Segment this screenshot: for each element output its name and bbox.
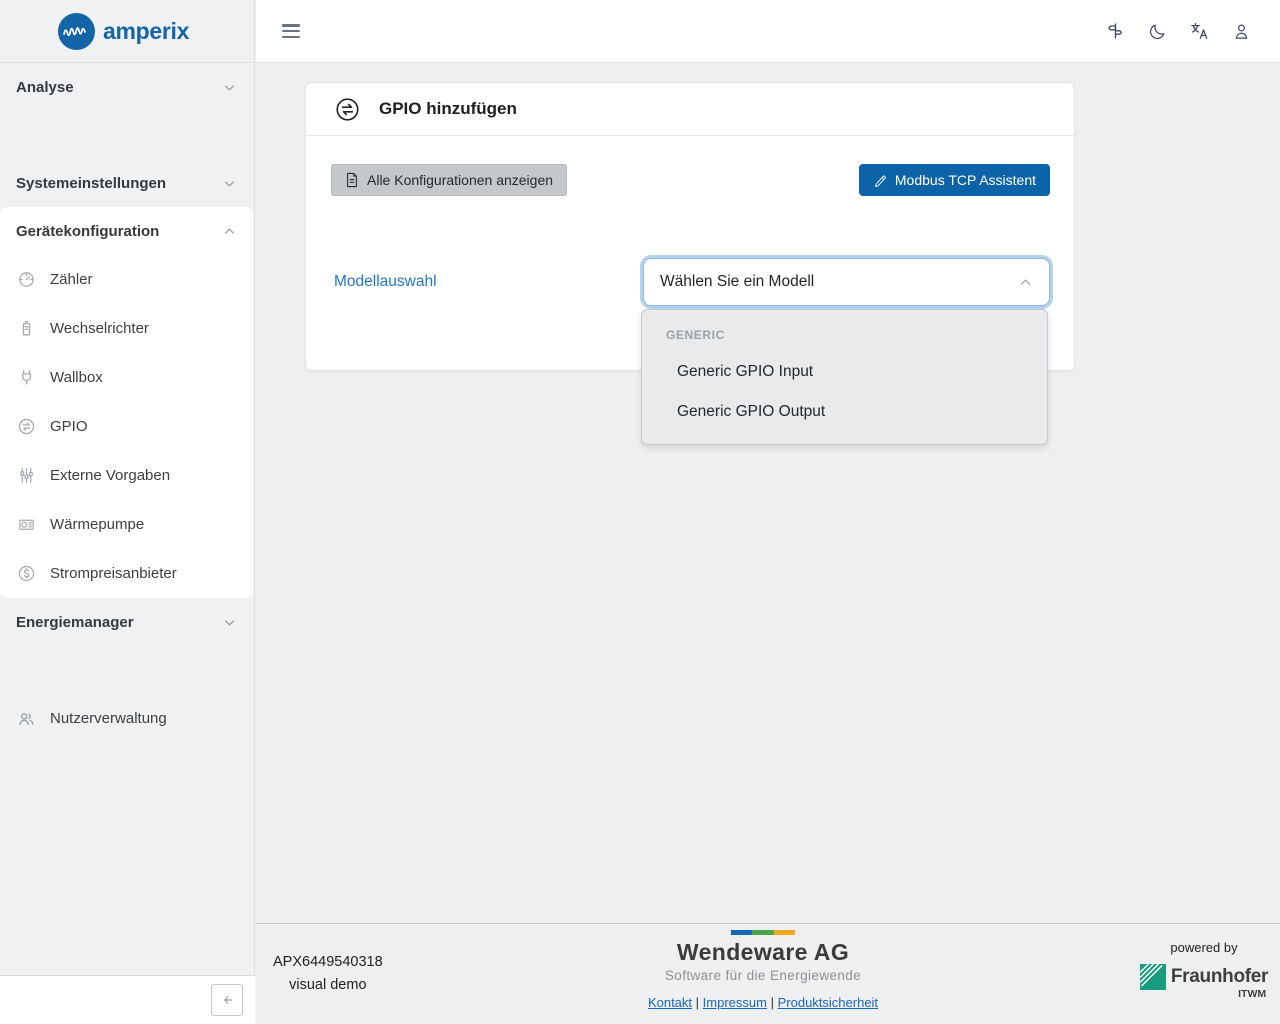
user-icon[interactable] <box>1228 18 1254 44</box>
wendeware-block: Wendeware AG Software für die Energiewen… <box>648 930 878 1010</box>
document-icon <box>345 172 359 188</box>
button-row: Alle Konfigurationen anzeigen Modbus TCP… <box>331 164 1050 196</box>
content: GPIO hinzufügen Alle Konfigurationen anz… <box>256 63 1280 923</box>
wendeware-logo: Wendeware AG <box>676 939 850 965</box>
plug-icon <box>16 368 36 387</box>
show-all-configurations-button[interactable]: Alle Konfigurationen anzeigen <box>331 164 568 196</box>
sidebar-item-wallbox[interactable]: Wallbox <box>0 353 253 402</box>
footer: APX6449540318 visual demo Wendeware AG S… <box>256 923 1280 1024</box>
device-info: APX6449540318 visual demo <box>273 954 383 993</box>
link-separator: | <box>695 995 700 1010</box>
sidebar-item-nutzerverwaltung[interactable]: Nutzerverwaltung <box>0 694 253 742</box>
pen-icon <box>873 173 887 187</box>
chevron-down-icon <box>222 80 237 95</box>
gauge-icon <box>16 270 36 289</box>
card-header: GPIO hinzufügen <box>306 83 1074 136</box>
button-label: Modbus TCP Assistent <box>894 172 1036 188</box>
device-id: APX6449540318 <box>273 954 383 970</box>
price-icon <box>16 564 36 583</box>
topbar-icons <box>1102 18 1254 44</box>
section-label: Systemeinstellungen <box>16 174 167 192</box>
fraunhofer-logo: Fraunhofer ITWM <box>1139 964 1268 1000</box>
section-label: Gerätekonfiguration <box>16 222 160 240</box>
model-dropdown: GENERIC Generic GPIO Input Generic GPIO … <box>641 309 1048 445</box>
swap-arrows-icon <box>334 96 361 123</box>
swap-arrows-icon <box>16 417 36 436</box>
collapse-left-icon <box>219 992 235 1008</box>
section-label: Energiemanager <box>16 613 134 631</box>
translate-icon[interactable] <box>1186 18 1212 44</box>
brand-logo[interactable]: amperix <box>0 0 254 63</box>
model-select[interactable]: Wählen Sie ein Modell <box>643 258 1050 306</box>
device-mode: visual demo <box>289 977 367 993</box>
sidebar-nav: Analyse Systemeinstellungen Gerätekonfig… <box>0 63 253 975</box>
section-label: Analyse <box>16 78 74 96</box>
wendeware-tagline: Software für die Energiewende <box>664 968 862 983</box>
item-label: Wechselrichter <box>50 320 149 337</box>
brand-name: amperix <box>103 17 190 44</box>
amperix-logo-icon <box>58 12 95 50</box>
chevron-up-icon <box>1018 275 1033 290</box>
users-icon <box>16 709 36 728</box>
wendeware-color-bar <box>731 930 795 935</box>
sidebar-item-gpio[interactable]: GPIO <box>0 402 253 451</box>
button-label: Alle Konfigurationen anzeigen <box>367 172 554 188</box>
produktsicherheit-link[interactable]: Produktsicherheit <box>778 995 878 1010</box>
footer-links: Kontakt | Impressum | Produktsicherheit <box>648 995 878 1010</box>
page-title: GPIO hinzufügen <box>379 99 517 118</box>
sidebar-section-geraetekonfiguration[interactable]: Gerätekonfiguration <box>0 207 253 255</box>
model-select-label: Modellauswahl <box>334 273 437 290</box>
fraunhofer-name: Fraunhofer <box>1170 966 1269 987</box>
moon-icon[interactable] <box>1144 18 1170 44</box>
sidebar-section-energiemanager[interactable]: Energiemanager <box>0 598 253 646</box>
select-value: Wählen Sie ein Modell <box>660 273 815 290</box>
main-area: GPIO hinzufügen Alle Konfigurationen anz… <box>256 0 1280 1024</box>
chevron-down-icon <box>222 615 237 630</box>
item-label: Wärmepumpe <box>50 516 145 533</box>
sliders-icon <box>16 466 36 485</box>
heat-pump-icon <box>16 515 36 534</box>
topbar <box>256 0 1280 63</box>
signpost-icon[interactable] <box>1102 18 1128 44</box>
sidebar-section-analyse[interactable]: Analyse <box>0 63 253 111</box>
inverter-icon <box>16 319 36 338</box>
modbus-tcp-assistant-button[interactable]: Modbus TCP Assistent <box>858 164 1050 196</box>
app-window: amperix Analyse Systemeinstellungen Gerä… <box>0 0 1280 1024</box>
option-generic-gpio-input[interactable]: Generic GPIO Input <box>642 352 1047 392</box>
sidebar-section-systemeinstellungen[interactable]: Systemeinstellungen <box>0 159 253 207</box>
sidebar-item-waermepumpe[interactable]: Wärmepumpe <box>0 500 253 549</box>
impressum-link[interactable]: Impressum <box>703 995 767 1010</box>
powered-by-block: powered by Fraunhofer ITWM <box>1139 940 1268 1000</box>
hamburger-icon[interactable] <box>282 24 300 38</box>
chevron-down-icon <box>222 176 237 191</box>
item-label: Zähler <box>50 271 93 288</box>
link-separator: | <box>770 995 774 1010</box>
item-label: GPIO <box>50 418 88 435</box>
model-select-row: Modellauswahl Wählen Sie ein Modell <box>331 258 1050 306</box>
sidebar-item-zaehler[interactable]: Zähler <box>0 255 253 304</box>
powered-by-text: powered by <box>1170 940 1238 955</box>
fraunhofer-mark-icon <box>1139 964 1166 990</box>
sidebar-group-geraetekonfiguration: Gerätekonfiguration Zähler Wechselrichte… <box>0 207 253 598</box>
sidebar-footer <box>0 975 255 1024</box>
sidebar: amperix Analyse Systemeinstellungen Gerä… <box>0 0 255 1024</box>
dropdown-group-label: GENERIC <box>666 328 725 342</box>
sidebar-item-strompreisanbieter[interactable]: Strompreisanbieter <box>0 549 253 598</box>
item-label: Wallbox <box>50 369 103 386</box>
chevron-up-icon <box>222 224 237 239</box>
collapse-sidebar-button[interactable] <box>211 984 243 1016</box>
option-generic-gpio-output[interactable]: Generic GPIO Output <box>642 392 1047 432</box>
sidebar-item-wechselrichter[interactable]: Wechselrichter <box>0 304 253 353</box>
item-label: Externe Vorgaben <box>50 467 171 484</box>
item-label: Nutzerverwaltung <box>50 709 167 727</box>
kontakt-link[interactable]: Kontakt <box>648 995 692 1010</box>
sidebar-item-externe-vorgaben[interactable]: Externe Vorgaben <box>0 451 253 500</box>
item-label: Strompreisanbieter <box>50 565 177 582</box>
